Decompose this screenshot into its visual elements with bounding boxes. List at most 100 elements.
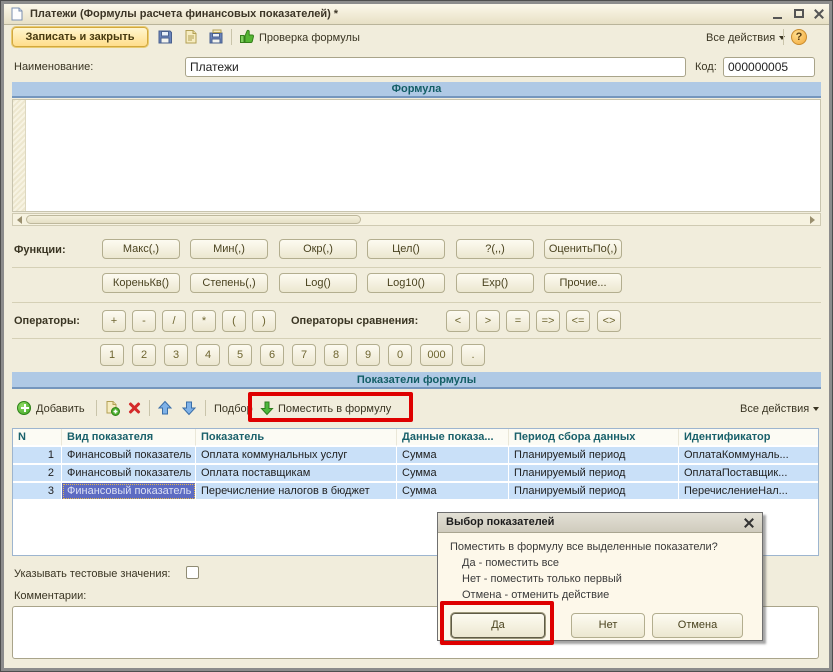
copy-add-icon[interactable] [104,400,120,416]
function-button-if[interactable]: ?(,,) [456,239,534,259]
cell-n[interactable]: 1 [13,447,62,464]
cell-identifier[interactable]: ОплатаКоммуналь... [679,447,818,464]
function-button-log10[interactable]: Log10() [367,273,445,293]
place-in-formula-icon[interactable] [259,400,275,416]
operator-plus-button[interactable]: + [102,310,126,332]
test-values-label: Указывать тестовые значения: [14,568,170,580]
digit-0-button[interactable]: 0 [388,344,412,366]
save-and-close-button[interactable]: Записать и закрыть [12,27,148,47]
function-button-stepen[interactable]: Степень(,) [190,273,268,293]
column-header-n[interactable]: N [13,429,62,446]
cell-data[interactable]: Сумма [397,483,509,500]
comparison-gte-button[interactable]: => [536,310,560,332]
formula-editor[interactable] [12,99,821,212]
digit-6-button[interactable]: 6 [260,344,284,366]
cell-data[interactable]: Сумма [397,447,509,464]
pick-button[interactable]: Подбор [214,403,253,415]
all-actions-menu[interactable]: Все действия [706,32,785,44]
operator-divide-button[interactable]: / [162,310,186,332]
digit-9-button[interactable]: 9 [356,344,380,366]
dialog-close-button[interactable] [743,517,755,529]
digit-1-button[interactable]: 1 [100,344,124,366]
digit-2-button[interactable]: 2 [132,344,156,366]
formula-editor-margin [13,100,26,211]
function-button-maks[interactable]: Макс(,) [102,239,180,259]
comparison-lt-button[interactable]: < [446,310,470,332]
cell-kind[interactable]: Финансовый показатель [62,465,196,482]
digit-000-button[interactable]: 000 [420,344,453,366]
save-copy-icon[interactable] [208,29,224,45]
document-page-icon[interactable] [183,29,199,45]
cancel-button[interactable]: Отмена [652,613,743,638]
move-up-icon[interactable] [157,400,173,416]
cell-indicator[interactable]: Оплата коммунальных услуг [196,447,397,464]
test-values-checkbox[interactable] [186,566,199,579]
maximize-button[interactable] [792,8,806,20]
column-header-period[interactable]: Период сбора данных [509,429,679,446]
scrollbar-thumb[interactable] [26,215,361,224]
name-label: Наименование: [14,61,93,73]
cell-indicator[interactable]: Перечисление налогов в бюджет [196,483,397,500]
check-formula-button[interactable]: Проверка формулы [259,32,360,44]
digit-5-button[interactable]: 5 [228,344,252,366]
cell-data[interactable]: Сумма [397,465,509,482]
cell-kind[interactable]: Финансовый показатель [62,447,196,464]
digit-7-button[interactable]: 7 [292,344,316,366]
cell-identifier[interactable]: ПеречислениеНал... [679,483,818,500]
column-header-identifier[interactable]: Идентификатор [679,429,818,446]
table-row[interactable]: 2 Финансовый показатель Оплата поставщик… [13,465,818,483]
delete-icon[interactable] [127,401,141,415]
scroll-right-icon[interactable] [807,214,819,225]
save-icon[interactable] [157,29,173,45]
comparison-lte-button[interactable]: <= [566,310,590,332]
function-button-log[interactable]: Log() [279,273,357,293]
digit-8-button[interactable]: 8 [324,344,348,366]
add-icon[interactable] [17,401,31,415]
column-header-indicator[interactable]: Показатель [196,429,397,446]
column-header-data[interactable]: Данные показа... [397,429,509,446]
function-button-tsel[interactable]: Цел() [367,239,445,259]
close-button[interactable] [812,8,826,20]
operator-minus-button[interactable]: - [132,310,156,332]
comparison-neq-button[interactable]: <> [597,310,621,332]
yes-button[interactable]: Да [451,613,545,638]
cell-kind-selected[interactable]: Финансовый показатель [62,483,196,500]
function-button-otsenitpo[interactable]: ОценитьПо(,) [544,239,622,259]
move-down-icon[interactable] [181,400,197,416]
horizontal-scrollbar[interactable] [12,213,821,226]
help-button[interactable]: ? [791,29,807,45]
comparison-eq-button[interactable]: = [506,310,530,332]
place-in-formula-button[interactable]: Поместить в формулу [278,403,391,415]
name-input[interactable] [185,57,686,77]
cell-period[interactable]: Планируемый период [509,447,679,464]
function-button-min[interactable]: Мин(,) [190,239,268,259]
comparison-gt-button[interactable]: > [476,310,500,332]
code-input[interactable] [723,57,815,77]
cell-n[interactable]: 2 [13,465,62,482]
dialog-title-bar: Выбор показателей [438,513,762,533]
minimize-button[interactable] [771,8,785,20]
operator-close-paren-button[interactable]: ) [252,310,276,332]
table-row[interactable]: 1 Финансовый показатель Оплата коммуналь… [13,447,818,465]
cell-period[interactable]: Планируемый период [509,483,679,500]
function-button-other[interactable]: Прочие... [544,273,622,293]
function-button-okr[interactable]: Окр(,) [279,239,357,259]
no-button[interactable]: Нет [571,613,645,638]
cell-indicator[interactable]: Оплата поставщикам [196,465,397,482]
scroll-left-icon[interactable] [14,214,26,225]
digit-3-button[interactable]: 3 [164,344,188,366]
digit-4-button[interactable]: 4 [196,344,220,366]
minimize-icon [773,17,782,19]
decimal-point-button[interactable]: . [461,344,485,366]
indicators-all-actions-menu[interactable]: Все действия [740,403,819,415]
add-button[interactable]: Добавить [36,403,85,415]
cell-identifier[interactable]: ОплатаПоставщик... [679,465,818,482]
table-row-selected[interactable]: 3 Финансовый показатель Перечисление нал… [13,483,818,501]
operator-open-paren-button[interactable]: ( [222,310,246,332]
operator-multiply-button[interactable]: * [192,310,216,332]
function-button-korenkv[interactable]: КореньКв() [102,273,180,293]
column-header-kind[interactable]: Вид показателя [62,429,196,446]
cell-n[interactable]: 3 [13,483,62,500]
cell-period[interactable]: Планируемый период [509,465,679,482]
function-button-exp[interactable]: Exp() [456,273,534,293]
